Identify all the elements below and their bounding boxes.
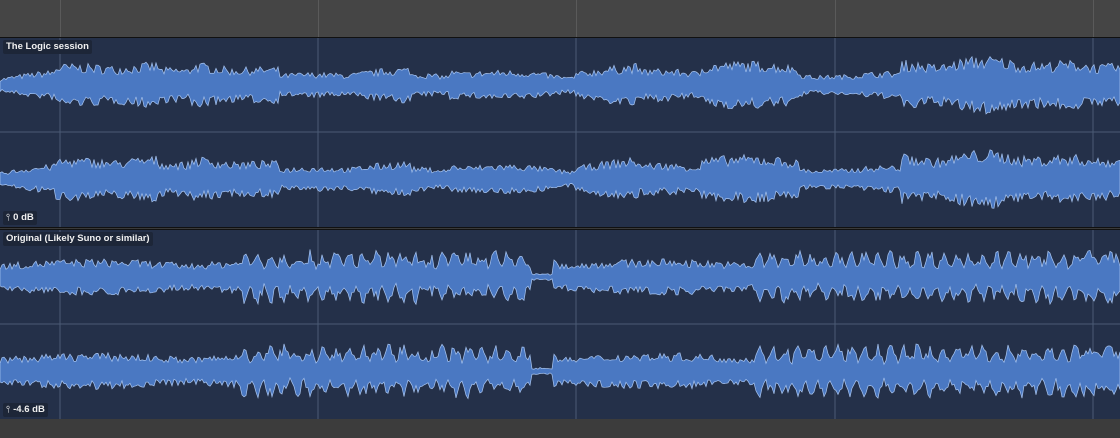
waveform-channel (0, 343, 1120, 400)
timeline-ruler[interactable] (0, 0, 1120, 38)
ruler-bar-line (318, 0, 319, 37)
arrange-window: The Logic session ⫯ 0 dB Original (Likely… (0, 0, 1120, 438)
region-gain-value: -4.6 dB (13, 404, 45, 415)
region-gain-badge[interactable]: ⫯ -4.6 dB (3, 403, 48, 417)
region-gain-badge[interactable]: ⫯ 0 dB (3, 211, 37, 225)
region-name-label[interactable]: The Logic session (3, 40, 92, 54)
audio-region-original[interactable]: Original (Likely Suno or similar) ⫯ -4.6 … (0, 229, 1120, 420)
ruler-bar-line (60, 0, 61, 37)
ruler-bar-line (1093, 0, 1094, 37)
ruler-bar-line (835, 0, 836, 37)
waveform-channel (0, 149, 1120, 209)
waveform-channel (0, 55, 1120, 115)
region-name-label[interactable]: Original (Likely Suno or similar) (3, 232, 153, 246)
waveform-display (0, 38, 1120, 227)
ruler-bar-line (576, 0, 577, 37)
region-gain-value: 0 dB (13, 212, 34, 223)
audio-region-logic-session[interactable]: The Logic session ⫯ 0 dB (0, 37, 1120, 228)
waveform-display (0, 230, 1120, 419)
waveform-channel (0, 249, 1120, 306)
fader-icon: ⫯ (6, 212, 11, 223)
fader-icon: ⫯ (6, 404, 11, 415)
arrange-bottom-bar (0, 419, 1120, 438)
